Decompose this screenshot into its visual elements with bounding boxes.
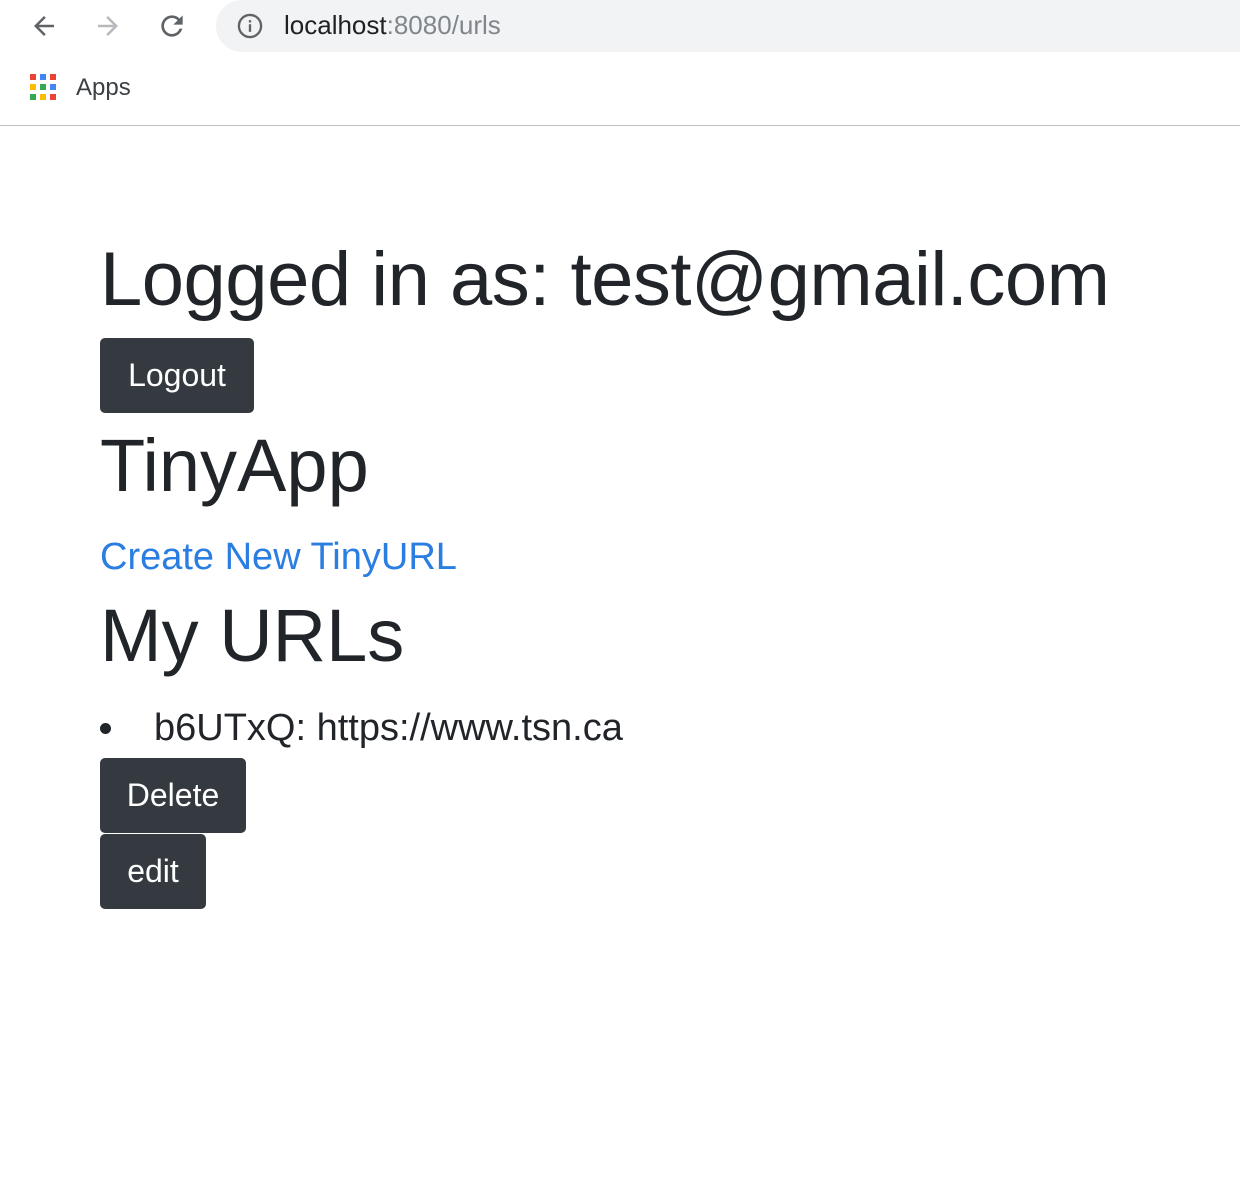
apps-grid-icon	[30, 74, 58, 102]
browser-toolbar: localhost:8080/urls	[0, 0, 1240, 52]
list-item: b6UTxQ: https://www.tsn.ca	[100, 704, 1100, 752]
forward-button[interactable]	[88, 6, 128, 46]
logged-in-heading: Logged in as: test@gmail.com	[100, 237, 1110, 322]
url-list: b6UTxQ: https://www.tsn.ca	[100, 704, 1100, 752]
apps-grid-dot	[40, 84, 46, 90]
apps-grid-dot	[30, 74, 36, 80]
arrow-right-icon	[98, 16, 118, 36]
address-bar[interactable]: localhost:8080/urls	[216, 0, 1240, 52]
url-path: :8080/urls	[386, 10, 501, 40]
arrow-left-icon	[34, 16, 54, 36]
address-bar-url[interactable]: localhost:8080/urls	[284, 9, 501, 41]
logout-button[interactable]: Logout	[100, 338, 254, 413]
reload-icon	[161, 15, 183, 37]
create-new-tinyurl-link[interactable]: Create New TinyURL	[100, 534, 457, 580]
bullet-icon	[100, 723, 111, 734]
apps-grid-dot	[30, 94, 36, 100]
apps-label: Apps	[76, 74, 131, 101]
apps-grid-dot	[40, 74, 46, 80]
my-urls-heading: My URLs	[100, 594, 405, 677]
bookmarks-bar: Apps	[0, 52, 1240, 126]
apps-grid-dot	[30, 84, 36, 90]
delete-button[interactable]: Delete	[100, 758, 246, 833]
apps-grid-dot	[50, 84, 56, 90]
apps-grid-dot	[50, 74, 56, 80]
apps-grid-dot	[40, 94, 46, 100]
edit-button[interactable]: edit	[100, 834, 206, 909]
url-entry-text: b6UTxQ: https://www.tsn.ca	[154, 707, 623, 749]
apps-grid-dot	[50, 94, 56, 100]
page-title: TinyApp	[100, 424, 369, 507]
reload-button[interactable]	[152, 6, 192, 46]
url-host: localhost	[284, 10, 387, 40]
back-button[interactable]	[24, 6, 64, 46]
bookmark-apps[interactable]: Apps	[30, 72, 131, 104]
info-icon[interactable]	[236, 12, 264, 40]
